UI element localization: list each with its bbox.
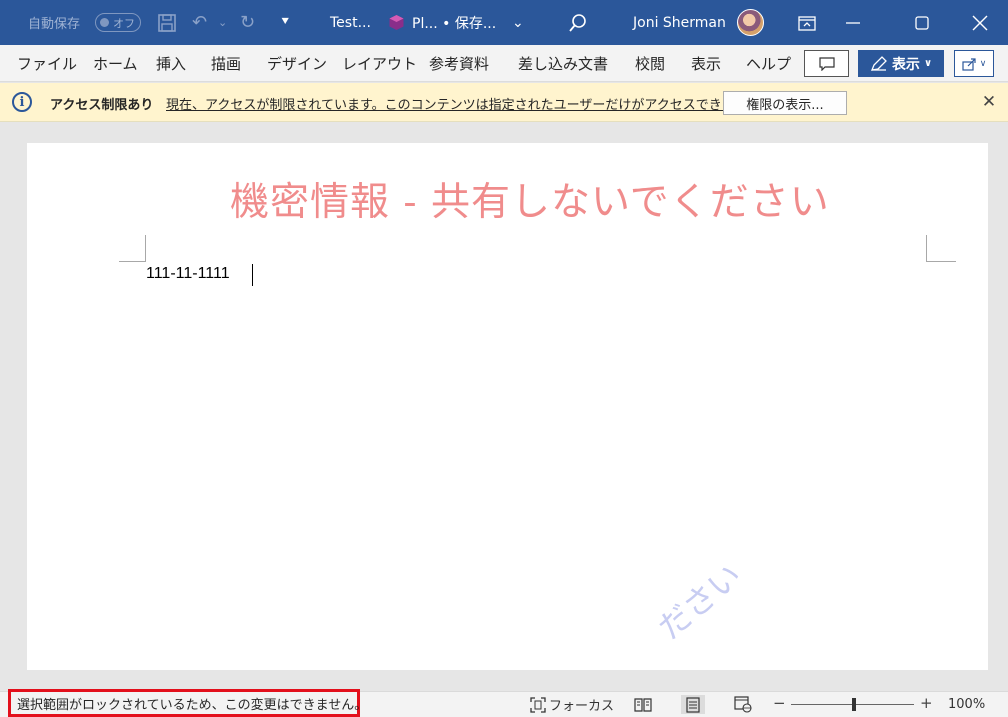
print-layout-icon[interactable]: [681, 695, 705, 714]
document-body-text[interactable]: 111-11-1111: [146, 265, 230, 283]
tab-help[interactable]: ヘルプ: [746, 45, 791, 82]
document-page[interactable]: 機密情報 - 共有しないでください 111-11-1111 ださい: [27, 143, 988, 670]
zoom-in-button[interactable]: +: [920, 694, 933, 712]
viewing-mode-label: 表示: [891, 56, 920, 73]
undo-icon[interactable]: ↶: [192, 0, 207, 45]
tab-review[interactable]: 校閲: [635, 45, 665, 82]
status-bar: 選択範囲がロックされているため、この変更はできません。 フォーカス − + 10…: [0, 689, 1008, 717]
maximize-button[interactable]: [899, 0, 945, 45]
share-button[interactable]: ∨: [954, 50, 994, 77]
tab-view[interactable]: 表示: [691, 45, 721, 82]
close-button[interactable]: [957, 0, 1003, 45]
diagonal-watermark: ださい: [650, 555, 749, 647]
document-title[interactable]: Test...: [330, 0, 371, 45]
autosave-state: オフ: [113, 17, 135, 30]
toggle-knob: [100, 18, 109, 27]
chevron-down-icon: ∨: [923, 58, 933, 69]
tab-mailings[interactable]: 差し込み文書: [518, 45, 608, 82]
viewing-mode-button[interactable]: 表示 ∨: [858, 50, 944, 77]
avatar[interactable]: [737, 9, 764, 36]
comment-icon: [818, 56, 835, 71]
tab-draw[interactable]: 描画: [211, 45, 241, 82]
tab-references[interactable]: 参考資料: [429, 45, 489, 82]
tab-insert[interactable]: 挿入: [156, 45, 186, 82]
sensitivity-label-icon: [389, 15, 404, 30]
focus-label: フォーカス: [549, 699, 615, 714]
close-icon[interactable]: ✕: [978, 90, 1000, 114]
autosave-toggle[interactable]: オフ: [95, 13, 141, 32]
customize-qat-icon[interactable]: ⯆: [280, 0, 290, 45]
share-icon: [962, 57, 976, 71]
undo-dropdown-icon[interactable]: ⌄: [218, 0, 227, 45]
info-icon: i: [12, 92, 32, 112]
margin-corner-right: [926, 235, 956, 262]
tab-home[interactable]: ホーム: [93, 45, 138, 82]
user-name[interactable]: Joni Sherman: [633, 0, 726, 45]
text-cursor: [252, 264, 253, 286]
web-layout-icon[interactable]: [732, 695, 754, 714]
margin-corner-left: [119, 235, 146, 262]
share-chevron-icon: ∨: [979, 58, 987, 69]
pen-icon: [870, 55, 887, 71]
ribbon-display-options-icon[interactable]: [784, 0, 830, 45]
zoom-out-button[interactable]: −: [773, 694, 786, 712]
view-permission-button[interactable]: 権限の表示...: [723, 91, 847, 115]
title-bar: 自動保存 オフ ↶ ⌄ ↻ ⯆ Test... Pl... • 保存... ⌄ …: [0, 0, 1008, 45]
comments-button[interactable]: [804, 50, 849, 77]
title-dropdown-icon[interactable]: ⌄: [512, 0, 524, 45]
focus-icon: [530, 696, 546, 713]
autosave-label: 自動保存: [28, 17, 81, 32]
minimize-button[interactable]: [830, 0, 876, 45]
search-icon[interactable]: [568, 0, 588, 45]
status-message: 選択範囲がロックされているため、この変更はできません。: [8, 689, 367, 717]
zoom-level[interactable]: 100%: [948, 697, 985, 712]
zoom-slider-thumb[interactable]: [852, 698, 856, 711]
header-watermark: 機密情報 - 共有しないでください: [230, 180, 830, 225]
tab-design[interactable]: デザイン: [267, 45, 327, 82]
infobar-message[interactable]: 現在、アクセスが制限されています。このコンテンツは指定されたユーザーだけがアクセ…: [166, 94, 759, 113]
focus-mode-button[interactable]: フォーカス: [530, 692, 614, 717]
infobar-title: アクセス制限あり: [50, 98, 154, 113]
tab-file[interactable]: ファイル: [17, 45, 77, 82]
sensitivity-label[interactable]: Pl... • 保存...: [412, 0, 496, 45]
save-icon[interactable]: [157, 0, 177, 45]
restricted-access-infobar: i アクセス制限あり 現在、アクセスが制限されています。このコンテンツは指定され…: [0, 83, 1008, 122]
redo-icon[interactable]: ↻: [240, 0, 255, 45]
ribbon-tabs: ファイル ホーム 挿入 描画 デザイン レイアウト 参考資料 差し込み文書 校閲…: [0, 45, 1008, 82]
read-mode-icon[interactable]: [632, 695, 654, 714]
tab-layout[interactable]: レイアウト: [342, 45, 417, 82]
